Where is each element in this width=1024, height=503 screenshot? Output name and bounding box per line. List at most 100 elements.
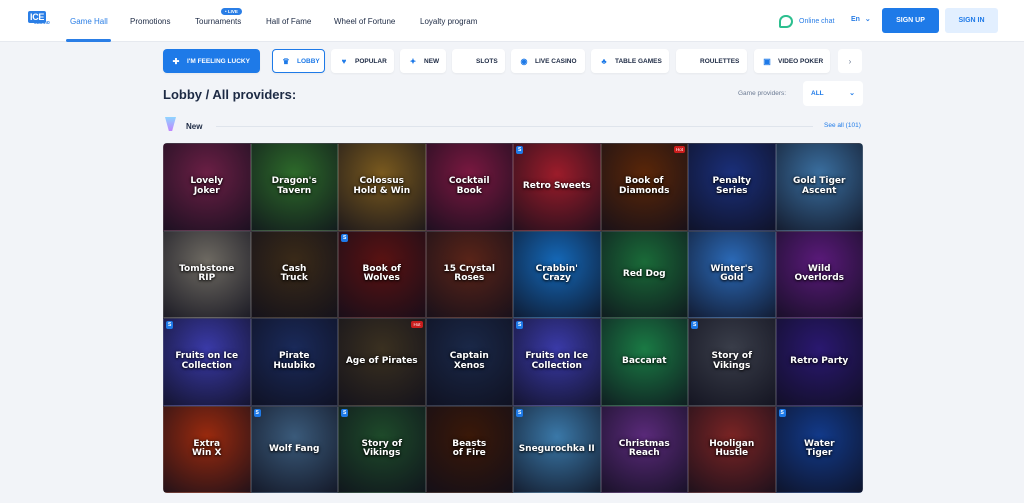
game-tile[interactable]: Gold Tiger Ascent: [775, 143, 863, 231]
game-tile[interactable]: Crabbin' Crazy: [513, 230, 601, 318]
game-tile[interactable]: S Water Tiger: [775, 405, 863, 493]
nav-tournaments[interactable]: Tournaments: [195, 0, 241, 42]
game-title: Penalty Series: [712, 176, 751, 196]
game-title: Fruits on Ice Collection: [525, 351, 589, 371]
trophy-icon: ♛: [282, 56, 290, 66]
ice-casino-logo[interactable]: ICE casino: [28, 11, 52, 27]
category-roulettes[interactable]: ROULETTES: [676, 49, 747, 73]
game-tile[interactable]: Christmas Reach: [600, 405, 688, 493]
game-title: Wild Overlords: [794, 263, 845, 284]
game-tile[interactable]: Dragon's Tavern: [250, 143, 338, 231]
game-tile[interactable]: Beasts of Fire: [425, 405, 513, 493]
games-grid: Lovely Joker Dragon's Tavern Colossus Hold…: [163, 143, 863, 493]
nav-wheel-of-fortune[interactable]: Wheel of Fortune: [334, 0, 395, 42]
game-tile[interactable]: Tombstone RIP: [163, 230, 251, 318]
online-chat-link[interactable]: Online chat: [779, 13, 834, 29]
category-popular[interactable]: ♥ POPULAR: [331, 49, 394, 73]
see-all-link[interactable]: See all (101): [824, 122, 861, 129]
language-selector[interactable]: En ⌄: [851, 15, 871, 23]
game-tile[interactable]: Winter's Gold: [688, 230, 776, 318]
game-tile[interactable]: 15 Crystal Roses: [425, 230, 513, 318]
game-tile[interactable]: S Retro Sweets: [513, 143, 601, 231]
game-title: Red Dog: [622, 268, 666, 279]
provider-badge: S: [516, 408, 524, 417]
category-table-games[interactable]: ♣ TABLE GAMES: [591, 49, 669, 73]
live-dot-icon: ◉: [520, 56, 528, 66]
game-title: Retro Sweets: [522, 181, 591, 192]
hot-tag: Hot: [673, 146, 685, 153]
category-video-poker[interactable]: ▣ VIDEO POKER: [754, 49, 830, 73]
category-label: VIDEO POKER: [778, 57, 824, 65]
language-label: En: [851, 16, 860, 23]
game-tile[interactable]: S Story of Vikings: [688, 318, 776, 406]
provider-badge: S: [166, 321, 174, 329]
category-label: LIVE CASINO: [535, 57, 577, 65]
game-tile[interactable]: S Story of Vikings: [338, 405, 426, 493]
game-title: 15 Crystal Roses: [443, 263, 495, 284]
game-tile[interactable]: Colossus Hold & Win: [338, 143, 426, 231]
game-providers-select[interactable]: ALL ⌄: [803, 81, 863, 106]
game-tile[interactable]: Extra Win X: [163, 405, 251, 493]
game-tile[interactable]: Lovely Joker: [163, 143, 251, 231]
category-label: POPULAR: [355, 57, 387, 65]
game-tile[interactable]: Hooligan Hustle: [688, 405, 776, 493]
provider-badge: S: [516, 146, 524, 154]
nav-hall-of-fame[interactable]: Hall of Fame: [266, 0, 311, 42]
nav-active-underline: [66, 39, 111, 42]
chat-bubble-icon: [779, 14, 793, 28]
game-title: Cash Truck: [280, 263, 308, 284]
category-label: ROULETTES: [700, 57, 740, 65]
game-tile[interactable]: Hot Age of Pirates: [338, 318, 426, 406]
category-lobby[interactable]: ♛ LOBBY: [272, 49, 325, 73]
chevron-right-icon: ›: [848, 56, 852, 66]
top-header: ICE casino Game Hall Promotions Tourname…: [0, 0, 1024, 42]
game-tile[interactable]: Wild Overlords: [775, 230, 863, 318]
game-tile[interactable]: Penalty Series: [688, 143, 776, 231]
nav-loyalty-program[interactable]: Loyalty program: [420, 0, 477, 42]
game-tile[interactable]: Cash Truck: [250, 230, 338, 318]
game-title: Cocktail Book: [448, 176, 490, 196]
game-tile[interactable]: S Wolf Fang: [250, 405, 338, 493]
game-title: Fruits on Ice Collection: [175, 351, 239, 371]
game-tile[interactable]: Pirate Huubiko: [250, 318, 338, 406]
game-title: Christmas Reach: [618, 438, 670, 459]
game-title: Book of Diamonds: [619, 176, 670, 196]
roulette-icon: [684, 56, 694, 66]
provider-badge: S: [691, 321, 699, 329]
game-title: Dragon's Tavern: [271, 176, 317, 196]
game-tile[interactable]: Hot Book of Diamonds: [600, 143, 688, 231]
category-live-casino[interactable]: ◉ LIVE CASINO: [511, 49, 585, 73]
game-tile[interactable]: S Fruits on Ice Collection: [163, 318, 251, 406]
clover-icon: ✚: [172, 56, 180, 66]
section-title: New: [186, 122, 203, 131]
game-tile[interactable]: Retro Party: [775, 318, 863, 406]
game-title: Story of Vikings: [361, 438, 402, 459]
sign-in-button[interactable]: SIGN IN: [945, 8, 998, 33]
game-tile[interactable]: S Snegurochka II: [513, 405, 601, 493]
game-tile[interactable]: Red Dog: [600, 230, 688, 318]
game-title: Snegurochka II: [518, 443, 595, 454]
game-title: Baccarat: [622, 356, 667, 367]
nav-game-hall[interactable]: Game Hall: [70, 0, 108, 42]
new-star-icon: ✦: [409, 56, 417, 66]
nav-promotions[interactable]: Promotions: [130, 0, 170, 42]
category-slots[interactable]: SLOTS: [452, 49, 505, 73]
game-tile[interactable]: S Fruits on Ice Collection: [513, 318, 601, 406]
game-providers-value: ALL: [811, 90, 824, 97]
game-title: Beasts of Fire: [452, 438, 487, 459]
live-badge: • LIVE: [221, 8, 242, 15]
game-tile[interactable]: Baccarat: [600, 318, 688, 406]
provider-badge: S: [341, 408, 349, 417]
category-feeling-lucky[interactable]: ✚ I'M FEELING LUCKY: [163, 49, 260, 73]
game-tile[interactable]: Captain Xenos: [425, 318, 513, 406]
game-title: Retro Party: [790, 356, 849, 367]
game-title: Water Tiger: [803, 438, 835, 459]
category-scroll-right-button[interactable]: ›: [838, 49, 862, 73]
page-title: Lobby / All providers:: [163, 87, 297, 102]
game-tile[interactable]: S Book of Wolves: [338, 230, 426, 318]
category-label: NEW: [424, 57, 440, 65]
game-tile[interactable]: Cocktail Book: [425, 143, 513, 231]
online-chat-label: Online chat: [799, 17, 835, 25]
category-new[interactable]: ✦ NEW: [400, 49, 446, 73]
sign-up-button[interactable]: SIGN UP: [882, 8, 939, 33]
